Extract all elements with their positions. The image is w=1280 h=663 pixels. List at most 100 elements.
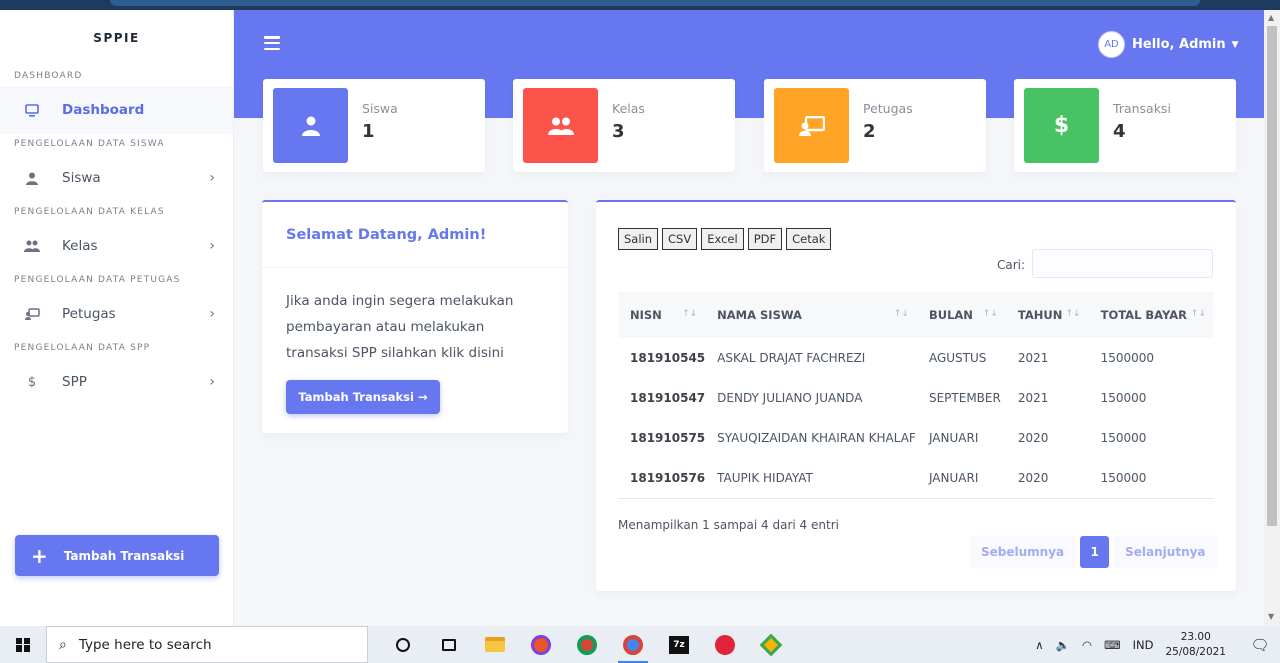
pdf-button[interactable]: PDF xyxy=(747,228,783,250)
stat-value: 1 xyxy=(362,121,375,142)
cell-tahun: 2020 xyxy=(1005,458,1089,499)
sort-icon: ↑↓ xyxy=(982,309,998,319)
sort-icon: ↑↓ xyxy=(682,309,698,319)
stat-title: Transaksi xyxy=(1113,101,1171,116)
sidebar-heading-kelas: PENGELOLAAN DATA KELAS xyxy=(14,207,165,217)
cisco-webex-icon[interactable] xyxy=(702,626,748,663)
page-scrollbar[interactable]: ▲ ▼ xyxy=(1264,10,1280,626)
cell-bulan: AGUSTUS xyxy=(928,351,987,365)
sidebar: SPPIE DASHBOARD Dashboard PENGELOLAAN DA… xyxy=(0,10,234,626)
stat-card-petugas: Petugas 2 xyxy=(764,79,986,172)
task-view-icon[interactable] xyxy=(426,626,472,663)
sidebar-heading-spp: PENGELOLAAN DATA SPP xyxy=(14,343,151,353)
cell-nama-siswa: SYAUQIZAIDAN KHAIRAN KHALAF xyxy=(717,431,916,445)
users-icon xyxy=(24,238,40,254)
cell-bulan: SEPTEMBER xyxy=(928,391,1001,405)
chevron-right-icon: › xyxy=(209,238,215,254)
transactions-table: NISN ↑↓ NAMA SISWA ↑↓ BULAN ↑↓ TAHUN ↑↓ TOTA… xyxy=(618,292,1214,499)
users-icon xyxy=(523,88,598,163)
file-explorer-icon[interactable] xyxy=(472,626,518,663)
avatar: AD xyxy=(1098,31,1125,58)
stat-value: 2 xyxy=(863,121,876,142)
stat-card-transaksi: $ Transaksi 4 xyxy=(1014,79,1236,172)
user-menu[interactable]: AD Hello, Admin ▼ xyxy=(1098,31,1239,58)
chalkboard-teacher-icon xyxy=(24,306,40,322)
print-button[interactable]: Cetak xyxy=(786,228,832,250)
chevron-right-icon: › xyxy=(209,374,215,390)
cell-nama-siswa: DENDY JULIANO JUANDA xyxy=(717,391,863,405)
welcome-card: Selamat Datang, Admin! Jika anda ingin s… xyxy=(262,200,568,433)
app-diamond-icon[interactable] xyxy=(748,626,794,663)
user-greeting: Hello, Admin xyxy=(1132,37,1226,52)
firefox-icon[interactable] xyxy=(518,626,564,663)
chrome-icon[interactable] xyxy=(564,626,610,663)
pagination: Sebelumnya 1 Selanjutnya xyxy=(969,536,1218,568)
speaker-icon[interactable]: 🔈 xyxy=(1056,638,1070,652)
pagination-prev-button[interactable]: Sebelumnya xyxy=(969,536,1077,568)
notification-icon[interactable]: 🗨 xyxy=(1240,626,1280,663)
chevron-up-icon[interactable]: ∧ xyxy=(1035,638,1043,652)
sidebar-item-kelas[interactable]: Kelas › xyxy=(0,222,233,270)
sort-icon: ↑↓ xyxy=(893,309,909,319)
dollar-icon: $ xyxy=(1024,88,1099,163)
sidebar-item-spp[interactable]: $ SPP › xyxy=(0,358,233,406)
cell-total-bayar: 150000 xyxy=(1088,458,1214,499)
scrollbar-thumb[interactable] xyxy=(1267,26,1277,526)
column-header-bulan[interactable]: BULAN ↑↓ xyxy=(917,292,1006,338)
column-header-total-bayar[interactable]: TOTAL BAYAR ↑↓ xyxy=(1089,292,1214,338)
stat-card-kelas: Kelas 3 xyxy=(513,79,735,172)
pagination-next-button[interactable]: Selanjutnya xyxy=(1113,536,1218,568)
search-icon: ⌕ xyxy=(59,636,67,653)
7zip-icon[interactable]: 7z xyxy=(656,626,702,663)
sidebar-heading-dashboard: DASHBOARD xyxy=(14,71,83,81)
user-icon xyxy=(24,170,40,186)
sidebar-item-dashboard[interactable]: Dashboard xyxy=(0,86,233,134)
excel-button[interactable]: Excel xyxy=(701,228,744,250)
stat-value: 4 xyxy=(1113,121,1126,142)
scroll-up-icon[interactable]: ▲ xyxy=(1268,13,1274,22)
scroll-down-icon[interactable]: ▼ xyxy=(1268,612,1274,621)
csv-button[interactable]: CSV xyxy=(662,228,698,250)
sidebar-add-transaction-label: Tambah Transaksi xyxy=(63,548,185,563)
sidebar-add-transaction-button[interactable]: + Tambah Transaksi xyxy=(15,535,219,576)
cell-total-bayar: 150000 xyxy=(1100,391,1147,405)
search-label: Cari: xyxy=(997,258,1026,272)
windows-start-button[interactable] xyxy=(0,626,46,663)
keyboard-icon[interactable]: ⌨ xyxy=(1104,638,1121,652)
language-indicator[interactable]: IND xyxy=(1133,638,1154,652)
user-icon xyxy=(273,88,348,163)
column-header-nama-siswa[interactable]: NAMA SISWA ↑↓ xyxy=(705,292,917,338)
taskbar-search-box[interactable]: ⌕ Type here to search xyxy=(46,626,368,663)
search-input[interactable] xyxy=(1032,249,1213,278)
sidebar-item-siswa[interactable]: Siswa › xyxy=(0,154,233,202)
welcome-add-transaction-button[interactable]: Tambah Transaksi → xyxy=(286,380,440,414)
cell-nisn: 181910547 xyxy=(630,391,706,405)
sidebar-item-petugas[interactable]: Petugas › xyxy=(0,290,233,338)
cell-tahun: 2020 xyxy=(1017,431,1049,445)
clock-time: 23.00 xyxy=(1180,630,1211,643)
pagination-page-1[interactable]: 1 xyxy=(1080,536,1110,568)
sidebar-item-label: Kelas xyxy=(62,238,98,254)
column-header-nisn[interactable]: NISN ↑↓ xyxy=(618,292,705,338)
system-tray: ∧ 🔈 ◠ ⌨ IND 23.00 25/08/2021 🗨 xyxy=(1035,626,1280,663)
dollar-icon: $ xyxy=(27,374,37,390)
column-header-tahun[interactable]: TAHUN ↑↓ xyxy=(1006,292,1089,338)
cell-nama-siswa: ASKAL DRAJAT FACHREZI xyxy=(717,351,866,365)
stat-title: Siswa xyxy=(362,101,398,116)
table-header-row: NISN ↑↓ NAMA SISWA ↑↓ BULAN ↑↓ TAHUN ↑↓ TOTA… xyxy=(618,292,1214,338)
hamburger-menu-icon[interactable] xyxy=(264,36,280,50)
taskbar-clock[interactable]: 23.00 25/08/2021 xyxy=(1165,630,1226,660)
table-row: 181910576 TAUPIK HIDAYAT JANUARI 2020 15… xyxy=(618,458,1214,499)
chrome-active-icon[interactable] xyxy=(610,626,656,663)
chevron-right-icon: › xyxy=(209,306,215,322)
stat-title: Kelas xyxy=(612,101,645,116)
brand-logo[interactable]: SPPIE xyxy=(0,10,233,66)
cortana-circle-icon[interactable] xyxy=(380,626,426,663)
sidebar-heading-petugas: PENGELOLAAN DATA PETUGAS xyxy=(14,275,181,285)
browser-top-strip xyxy=(0,0,1280,10)
windows-taskbar: ⌕ Type here to search 7z ∧ 🔈 ◠ ⌨ IND 23.… xyxy=(0,626,1280,663)
copy-button[interactable]: Salin xyxy=(618,228,659,250)
wifi-icon[interactable]: ◠ xyxy=(1082,638,1092,652)
taskbar-search-placeholder: Type here to search xyxy=(78,636,212,653)
sort-icon: ↑↓ xyxy=(1190,309,1206,319)
